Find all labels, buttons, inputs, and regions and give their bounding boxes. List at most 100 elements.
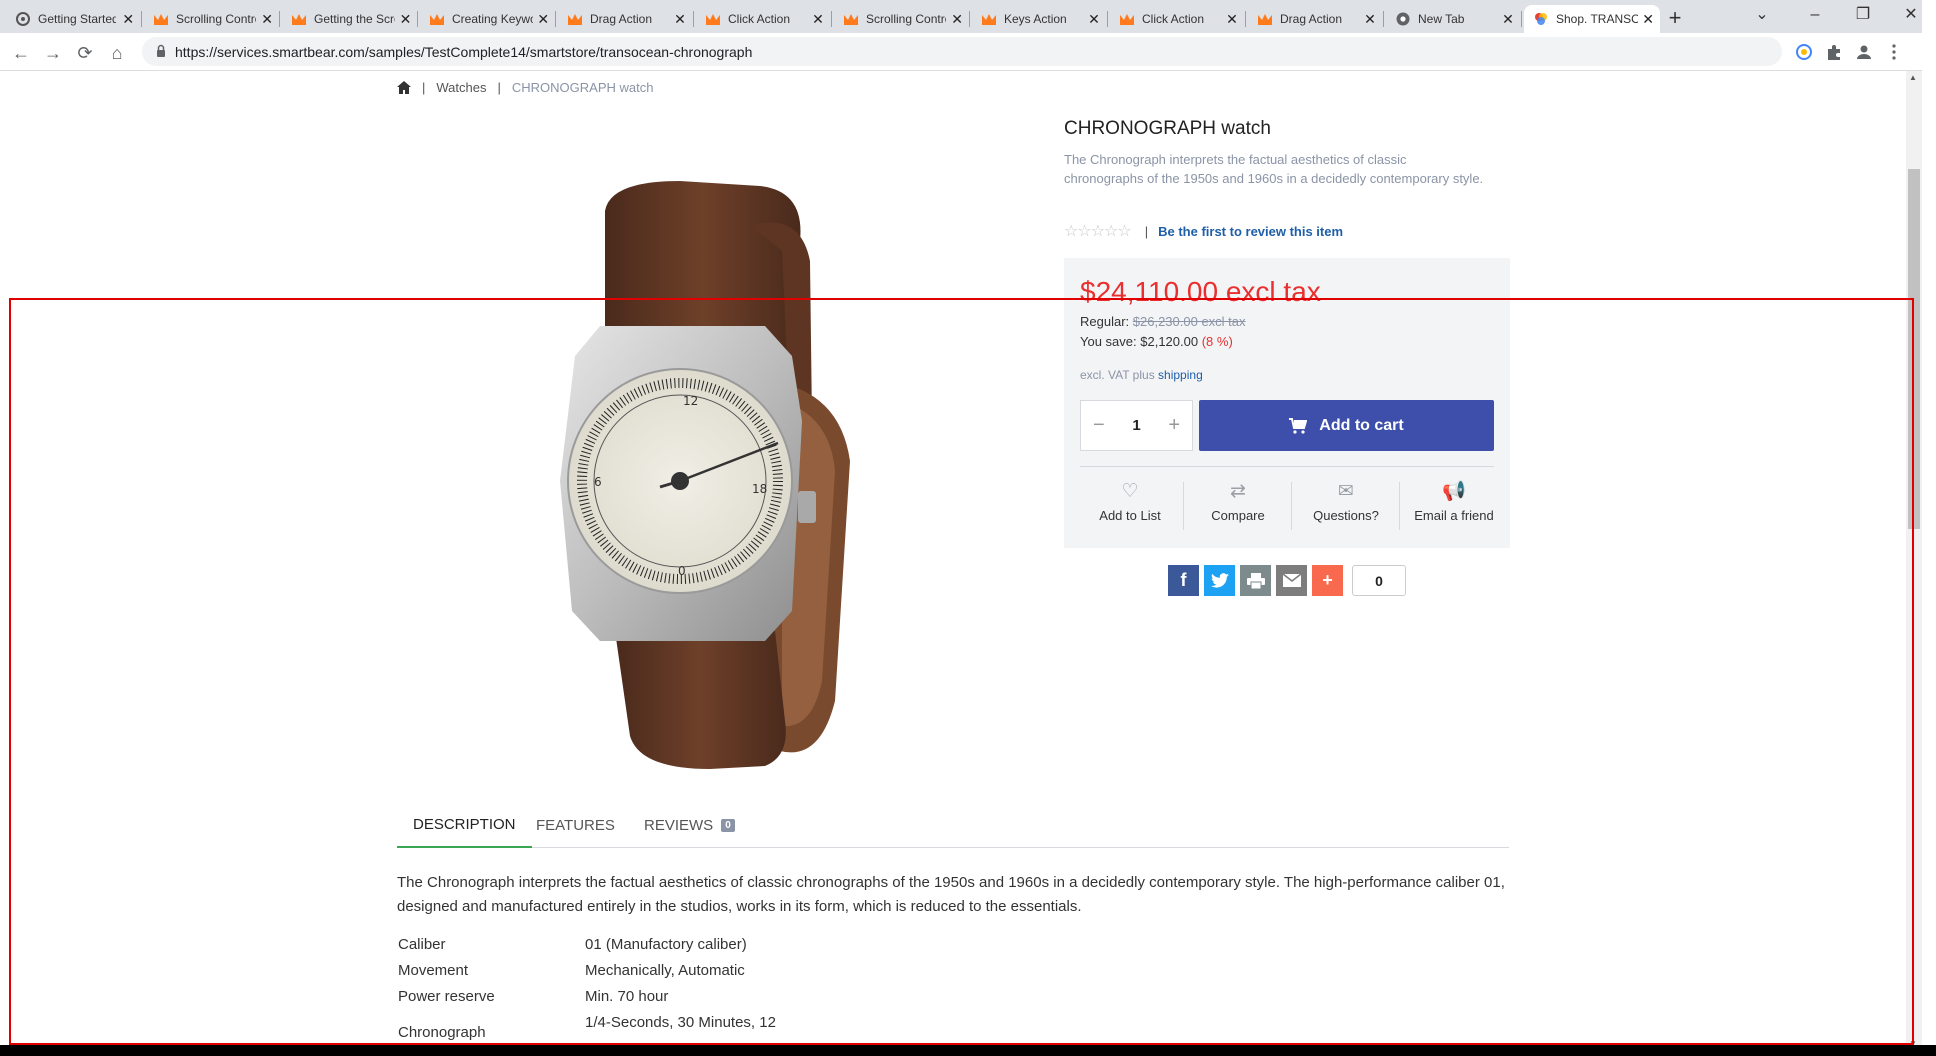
price: $24,110.00 excl tax [1080, 276, 1321, 307]
testcomplete-icon [844, 12, 858, 26]
you-save-percent: (8 %) [1201, 334, 1233, 349]
print-icon[interactable] [1240, 565, 1271, 596]
smartstore-icon [1534, 12, 1548, 26]
home-icon[interactable] [397, 80, 411, 94]
url-text: https://services.smartbear.com/samples/T… [175, 44, 753, 60]
testcomplete-icon [292, 12, 306, 26]
chrome-icon [1396, 12, 1410, 26]
breadcrumb-separator: | [422, 79, 426, 95]
page-scrollbar[interactable]: ▲ ▼ [1906, 71, 1922, 1056]
restore-icon[interactable]: ❐ [1848, 4, 1878, 26]
testcomplete-icon [1258, 12, 1272, 26]
first-review-link[interactable]: Be the first to review this item [1158, 224, 1343, 239]
vat-text: excl. VAT plus [1080, 368, 1155, 382]
browser-tab[interactable]: Getting Started ✕ [6, 5, 142, 33]
email-share-icon[interactable] [1276, 565, 1307, 596]
profile-icon[interactable] [1855, 43, 1873, 61]
forward-icon[interactable]: → [42, 42, 64, 64]
close-tab-icon[interactable]: ✕ [399, 11, 412, 27]
browser-tab[interactable]: Scrolling Controls ✕ [834, 5, 970, 33]
close-tab-icon[interactable]: ✕ [1362, 11, 1378, 27]
web-page: | Watches | CHRONOGRAPH watch 12 6 0 18 … [0, 71, 1936, 1056]
browser-tab[interactable]: Click Action ✕ [1110, 5, 1246, 33]
shipping-link[interactable]: shipping [1158, 368, 1203, 382]
browser-tab[interactable]: Creating Keyword ✕ [420, 5, 556, 33]
close-tab-icon[interactable]: ✕ [1500, 11, 1516, 27]
add-to-cart-button[interactable]: Add to cart [1199, 400, 1494, 451]
product-short-description: The Chronograph interprets the factual a… [1064, 152, 1484, 186]
tab-title: Click Action [728, 12, 791, 26]
tab-search-icon[interactable]: ⌄ [1747, 4, 1777, 26]
megaphone-icon: 📢 [1442, 481, 1466, 502]
tab-label: FEATURES [536, 817, 615, 834]
breadcrumb-category-link[interactable]: Watches [436, 80, 486, 95]
compare-button[interactable]: ⇄ Compare [1184, 480, 1292, 536]
browser-tab[interactable]: Drag Action ✕ [1248, 5, 1384, 33]
product-image[interactable]: 12 6 0 18 [520, 181, 890, 771]
close-tab-icon[interactable]: ✕ [1642, 11, 1654, 27]
product-tabs: DESCRIPTION FEATURES REVIEWS 0 [397, 803, 1509, 848]
scrollbar-thumb[interactable] [1908, 169, 1920, 529]
window-bottom-border [0, 1045, 1936, 1056]
browser-tab[interactable]: Getting the Screen ✕ [282, 5, 418, 33]
rating-separator: | [1144, 223, 1149, 239]
regular-price-value: $26,230.00 excl tax [1132, 314, 1246, 329]
you-save: You save: $2,120.00 (8 %) [1080, 334, 1233, 349]
tab-reviews[interactable]: REVIEWS 0 [632, 803, 747, 848]
tab-description[interactable]: DESCRIPTION [397, 803, 532, 848]
quantity-stepper[interactable]: − 1 + [1080, 400, 1193, 451]
addthis-plus-icon[interactable]: + [1312, 565, 1343, 596]
home-browser-icon[interactable]: ⌂ [106, 42, 128, 64]
add-to-list-button[interactable]: ♡ Add to List [1076, 480, 1184, 536]
quantity-increase-button[interactable]: + [1168, 414, 1180, 437]
svg-text:0: 0 [678, 564, 686, 578]
puzzle-icon[interactable] [1825, 43, 1843, 61]
regular-label: Regular: [1080, 314, 1130, 329]
address-bar[interactable]: https://services.smartbear.com/samples/T… [142, 37, 1782, 66]
tab-title: Getting the Screen [314, 12, 395, 26]
tab-strip: Getting Started✕Scrolling Controls✕Getti… [0, 0, 1936, 33]
close-tab-icon[interactable]: ✕ [260, 11, 274, 27]
tab-features[interactable]: FEATURES [524, 803, 627, 848]
close-tab-icon[interactable]: ✕ [1224, 11, 1240, 27]
menu-icon[interactable] [1885, 43, 1903, 61]
tab-title: Creating Keyword [452, 12, 533, 26]
reload-icon[interactable]: ⟳ [74, 42, 96, 64]
tab-title: Scrolling Controls [866, 12, 946, 26]
browser-tab[interactable]: Shop. TRANSOCEAN✕ [1524, 5, 1660, 33]
tab-title: Drag Action [590, 12, 653, 26]
close-tab-icon[interactable]: ✕ [537, 11, 551, 27]
quantity-decrease-button[interactable]: − [1093, 414, 1105, 437]
browser-tab[interactable]: Keys Action ✕ [972, 5, 1108, 33]
close-tab-icon[interactable]: ✕ [1086, 11, 1102, 27]
facebook-icon[interactable]: f [1168, 565, 1199, 596]
browser-tab[interactable]: Drag Action ✕ [558, 5, 694, 33]
you-save-amount: $2,120.00 [1140, 334, 1199, 349]
close-tab-icon[interactable]: ✕ [672, 11, 688, 27]
twitter-icon[interactable] [1204, 565, 1235, 596]
email-a-friend-button[interactable]: 📢 Email a friend [1400, 480, 1508, 536]
spec-key: Caliber [398, 936, 446, 953]
extension-icon[interactable] [1795, 43, 1813, 61]
quantity-input[interactable]: 1 [1132, 417, 1140, 434]
close-tab-icon[interactable]: ✕ [810, 11, 826, 27]
tab-title: Drag Action [1280, 12, 1343, 26]
scroll-up-icon[interactable]: ▲ [1909, 73, 1917, 82]
share-count: 0 [1352, 565, 1406, 596]
browser-tab[interactable]: Click Action ✕ [696, 5, 832, 33]
new-tab-button[interactable]: + [1662, 7, 1688, 31]
back-icon[interactable]: ← [10, 42, 32, 64]
spec-key: Chronograph [398, 1024, 486, 1041]
tab-title: Getting Started [38, 12, 117, 26]
cart-icon [1289, 417, 1308, 434]
spec-key: Movement [398, 962, 469, 979]
browser-tab[interactable]: Scrolling Controls ✕ [144, 5, 280, 33]
questions-button[interactable]: ✉ Questions? [1292, 480, 1400, 536]
close-tab-icon[interactable]: ✕ [120, 11, 136, 27]
browser-tab[interactable]: New Tab ✕ [1386, 5, 1522, 33]
divider [1080, 466, 1494, 467]
add-to-cart-label: Add to cart [1319, 416, 1404, 434]
share-buttons: f + 0 [1168, 565, 1406, 596]
close-tab-icon[interactable]: ✕ [950, 11, 964, 27]
minimize-icon[interactable]: – [1800, 4, 1830, 26]
